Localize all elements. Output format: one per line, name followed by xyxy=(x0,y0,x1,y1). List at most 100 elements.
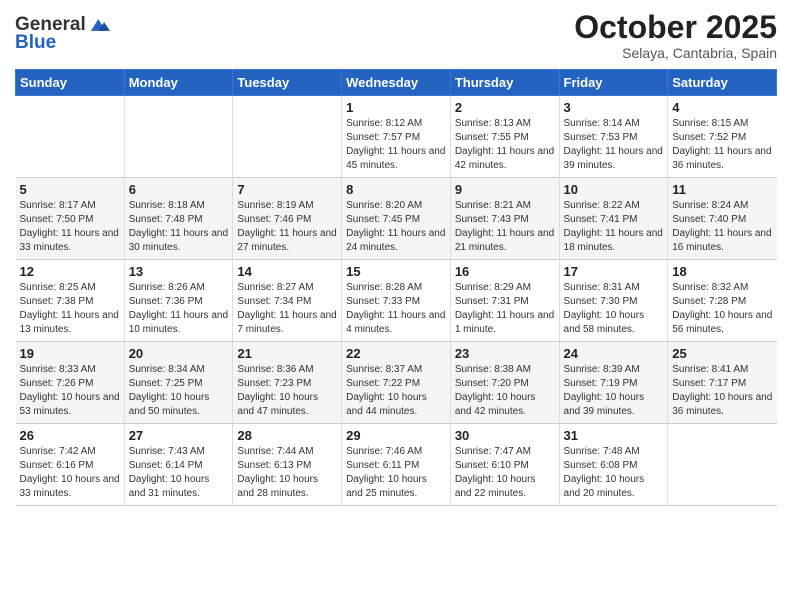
day-number: 24 xyxy=(564,346,664,361)
calendar-cell: 3 Sunrise: 8:14 AM Sunset: 7:53 PM Daylig… xyxy=(559,96,668,178)
calendar-cell: 11 Sunrise: 8:24 AM Sunset: 7:40 PM Dayli… xyxy=(668,178,777,260)
calendar-cell: 28 Sunrise: 7:44 AM Sunset: 6:13 PM Dayli… xyxy=(233,424,342,506)
day-info: Sunrise: 8:17 AM Sunset: 7:50 PM Dayligh… xyxy=(20,199,120,255)
calendar-cell: 19 Sunrise: 8:33 AM Sunset: 7:26 PM Dayli… xyxy=(16,342,125,424)
day-info: Sunrise: 8:15 AM Sunset: 7:52 PM Dayligh… xyxy=(672,117,772,173)
day-number: 1 xyxy=(346,100,446,115)
day-info: Sunrise: 8:38 AM Sunset: 7:20 PM Dayligh… xyxy=(455,363,555,419)
day-number: 9 xyxy=(455,182,555,197)
calendar-cell xyxy=(16,96,125,178)
day-info: Sunrise: 7:42 AM Sunset: 6:16 PM Dayligh… xyxy=(20,445,120,501)
day-info: Sunrise: 8:41 AM Sunset: 7:17 PM Dayligh… xyxy=(672,363,772,419)
calendar-cell: 29Sunrise: 7:46 AM Sunset: 6:11 PM Dayli… xyxy=(342,424,451,506)
day-number: 14 xyxy=(237,264,337,279)
day-info: Sunrise: 8:19 AM Sunset: 7:46 PM Dayligh… xyxy=(237,199,337,255)
logo: General Blue xyxy=(15,14,110,54)
weekday-header: Sunday xyxy=(16,70,125,96)
day-number: 13 xyxy=(129,264,229,279)
day-number: 25 xyxy=(672,346,772,361)
day-number: 5 xyxy=(20,182,120,197)
day-number: 28 xyxy=(237,428,337,443)
calendar-cell: 23 Sunrise: 8:38 AM Sunset: 7:20 PM Dayli… xyxy=(450,342,559,424)
day-info: Sunrise: 8:27 AM Sunset: 7:34 PM Dayligh… xyxy=(237,281,337,337)
day-info: Sunrise: 8:22 AM Sunset: 7:41 PM Dayligh… xyxy=(564,199,664,255)
day-number: 19 xyxy=(20,346,120,361)
calendar-cell: 5 Sunrise: 8:17 AM Sunset: 7:50 PM Daylig… xyxy=(16,178,125,260)
day-number: 8 xyxy=(346,182,446,197)
day-number: 4 xyxy=(672,100,772,115)
calendar-cell: 25 Sunrise: 8:41 AM Sunset: 7:17 PM Dayli… xyxy=(668,342,777,424)
day-info: Sunrise: 8:25 AM Sunset: 7:38 PM Dayligh… xyxy=(20,281,120,337)
calendar-cell: 1Sunrise: 8:12 AM Sunset: 7:57 PM Daylig… xyxy=(342,96,451,178)
weekday-header: Saturday xyxy=(668,70,777,96)
weekday-header: Friday xyxy=(559,70,668,96)
day-number: 20 xyxy=(129,346,229,361)
day-number: 2 xyxy=(455,100,555,115)
calendar-cell: 9Sunrise: 8:21 AM Sunset: 7:43 PM Daylig… xyxy=(450,178,559,260)
day-number: 27 xyxy=(129,428,229,443)
calendar-cell: 15Sunrise: 8:28 AM Sunset: 7:33 PM Dayli… xyxy=(342,260,451,342)
day-info: Sunrise: 8:18 AM Sunset: 7:48 PM Dayligh… xyxy=(129,199,229,255)
day-number: 23 xyxy=(455,346,555,361)
calendar-cell: 24 Sunrise: 8:39 AM Sunset: 7:19 PM Dayli… xyxy=(559,342,668,424)
day-info: Sunrise: 7:47 AM Sunset: 6:10 PM Dayligh… xyxy=(455,445,555,501)
day-number: 22 xyxy=(346,346,446,361)
calendar-cell: 6 Sunrise: 8:18 AM Sunset: 7:48 PM Daylig… xyxy=(124,178,233,260)
day-info: Sunrise: 8:24 AM Sunset: 7:40 PM Dayligh… xyxy=(672,199,772,255)
calendar-cell: 26 Sunrise: 7:42 AM Sunset: 6:16 PM Dayli… xyxy=(16,424,125,506)
day-number: 17 xyxy=(564,264,664,279)
day-number: 7 xyxy=(237,182,337,197)
day-number: 18 xyxy=(672,264,772,279)
calendar-cell: 2 Sunrise: 8:13 AM Sunset: 7:55 PM Daylig… xyxy=(450,96,559,178)
day-info: Sunrise: 8:31 AM Sunset: 7:30 PM Dayligh… xyxy=(564,281,664,337)
day-info: Sunrise: 8:39 AM Sunset: 7:19 PM Dayligh… xyxy=(564,363,664,419)
logo-icon xyxy=(88,14,110,36)
calendar-cell: 22 Sunrise: 8:37 AM Sunset: 7:22 PM Dayli… xyxy=(342,342,451,424)
calendar-cell: 8 Sunrise: 8:20 AM Sunset: 7:45 PM Daylig… xyxy=(342,178,451,260)
weekday-header: Thursday xyxy=(450,70,559,96)
day-info: Sunrise: 8:34 AM Sunset: 7:25 PM Dayligh… xyxy=(129,363,229,419)
weekday-header: Tuesday xyxy=(233,70,342,96)
calendar-cell: 20 Sunrise: 8:34 AM Sunset: 7:25 PM Dayli… xyxy=(124,342,233,424)
day-info: Sunrise: 7:43 AM Sunset: 6:14 PM Dayligh… xyxy=(129,445,229,501)
calendar-cell: 21Sunrise: 8:36 AM Sunset: 7:23 PM Dayli… xyxy=(233,342,342,424)
day-info: Sunrise: 8:13 AM Sunset: 7:55 PM Dayligh… xyxy=(455,117,555,173)
calendar-week-row: 5 Sunrise: 8:17 AM Sunset: 7:50 PM Daylig… xyxy=(16,178,777,260)
day-info: Sunrise: 8:14 AM Sunset: 7:53 PM Dayligh… xyxy=(564,117,664,173)
calendar-cell: 7 Sunrise: 8:19 AM Sunset: 7:46 PM Daylig… xyxy=(233,178,342,260)
day-info: Sunrise: 8:26 AM Sunset: 7:36 PM Dayligh… xyxy=(129,281,229,337)
calendar-cell: 12 Sunrise: 8:25 AM Sunset: 7:38 PM Dayli… xyxy=(16,260,125,342)
calendar-cell: 16Sunrise: 8:29 AM Sunset: 7:31 PM Dayli… xyxy=(450,260,559,342)
calendar-cell: 14 Sunrise: 8:27 AM Sunset: 7:34 PM Dayli… xyxy=(233,260,342,342)
calendar-cell xyxy=(124,96,233,178)
day-info: Sunrise: 8:29 AM Sunset: 7:31 PM Dayligh… xyxy=(455,281,555,337)
day-info: Sunrise: 8:33 AM Sunset: 7:26 PM Dayligh… xyxy=(20,363,120,419)
day-number: 26 xyxy=(20,428,120,443)
location: Selaya, Cantabria, Spain xyxy=(574,45,777,61)
weekday-header: Wednesday xyxy=(342,70,451,96)
day-number: 3 xyxy=(564,100,664,115)
calendar-cell: 17 Sunrise: 8:31 AM Sunset: 7:30 PM Dayli… xyxy=(559,260,668,342)
calendar-week-row: 19 Sunrise: 8:33 AM Sunset: 7:26 PM Dayli… xyxy=(16,342,777,424)
calendar-cell: 31 Sunrise: 7:48 AM Sunset: 6:08 PM Dayli… xyxy=(559,424,668,506)
day-number: 6 xyxy=(129,182,229,197)
page-header: General Blue October 2025 Selaya, Cantab… xyxy=(15,10,777,61)
day-number: 31 xyxy=(564,428,664,443)
title-block: October 2025 Selaya, Cantabria, Spain xyxy=(574,10,777,61)
day-info: Sunrise: 8:37 AM Sunset: 7:22 PM Dayligh… xyxy=(346,363,446,419)
calendar-week-row: 26 Sunrise: 7:42 AM Sunset: 6:16 PM Dayli… xyxy=(16,424,777,506)
day-info: Sunrise: 7:44 AM Sunset: 6:13 PM Dayligh… xyxy=(237,445,337,501)
day-number: 15 xyxy=(346,264,446,279)
weekday-header-row: SundayMondayTuesdayWednesdayThursdayFrid… xyxy=(16,70,777,96)
calendar-cell: 4 Sunrise: 8:15 AM Sunset: 7:52 PM Daylig… xyxy=(668,96,777,178)
calendar-table: SundayMondayTuesdayWednesdayThursdayFrid… xyxy=(15,69,777,506)
calendar-cell: 10 Sunrise: 8:22 AM Sunset: 7:41 PM Dayli… xyxy=(559,178,668,260)
day-number: 10 xyxy=(564,182,664,197)
day-number: 12 xyxy=(20,264,120,279)
day-number: 11 xyxy=(672,182,772,197)
day-info: Sunrise: 7:48 AM Sunset: 6:08 PM Dayligh… xyxy=(564,445,664,501)
day-info: Sunrise: 7:46 AM Sunset: 6:11 PM Dayligh… xyxy=(346,445,446,501)
day-info: Sunrise: 8:20 AM Sunset: 7:45 PM Dayligh… xyxy=(346,199,446,255)
day-info: Sunrise: 8:36 AM Sunset: 7:23 PM Dayligh… xyxy=(237,363,337,419)
page-container: General Blue October 2025 Selaya, Cantab… xyxy=(0,0,792,612)
